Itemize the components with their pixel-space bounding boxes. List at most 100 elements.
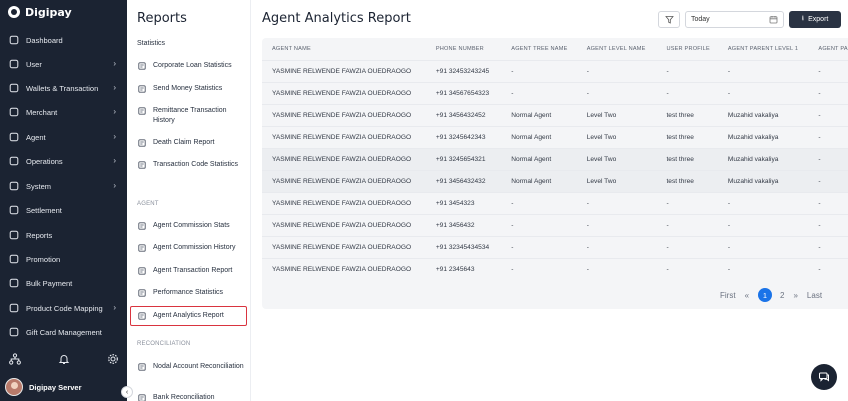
current-user[interactable]: Digipay Server [5,378,82,396]
column-header[interactable]: AGENT LEVEL NAME [577,38,657,60]
report-link-death-claim-report[interactable]: Death Claim Report [137,138,249,148]
report-link-bank-reconciliation[interactable]: Bank Reconciliation [137,393,249,401]
table-row[interactable]: YASMINE RELWENDE FAWZIA OUEDRAOGO +91 345… [262,191,848,214]
table-cell: YASMINE RELWENDE FAWZIA OUEDRAOGO [262,125,426,148]
table-cell: - [501,235,577,258]
sidebar-item-reports[interactable]: Reports [0,227,127,243]
sidebar-item-operations[interactable]: Operations › [0,153,127,169]
table-row[interactable]: YASMINE RELWENDE FAWZIA OUEDRAOGO +91 324… [262,125,848,148]
filter-button[interactable] [658,11,680,28]
report-link-label: Agent Commission Stats [153,222,230,229]
sidebar-item-merchant[interactable]: Merchant › [0,104,127,120]
digipay-logo-icon [8,6,20,18]
chevron-right-icon: › [113,83,116,92]
report-link-remittance-transaction-history[interactable]: Remittance Transaction History [137,106,249,126]
page-last-link[interactable]: Last [807,291,822,300]
date-filter-value: Today [691,16,710,23]
column-header[interactable]: USER PROFILE [656,38,717,60]
column-header[interactable]: AGENT TREE NAME [501,38,576,60]
report-link-statistics[interactable]: Statistics [137,39,249,49]
chevron-left-icon: ‹ [125,388,129,396]
table-cell: Normal Agent [501,147,577,170]
user-name: Digipay Server [29,382,82,392]
sidebar-item-agent[interactable]: Agent › [0,129,127,145]
chat-support-button[interactable] [811,364,837,390]
page-prev-icon[interactable]: « [745,291,749,300]
table-cell: YASMINE RELWENDE FAWZIA OUEDRAOGO [262,191,426,214]
table-cell: +91 32453243245 [425,59,502,82]
column-header[interactable]: AGENT NAME [262,38,426,60]
table-cell: YASMINE RELWENDE FAWZIA OUEDRAOGO [262,59,426,82]
gift-card-icon [9,327,19,337]
table-row[interactable]: YASMINE RELWENDE FAWZIA OUEDRAOGO +91 234… [262,257,848,280]
remittance-icon [137,106,147,116]
table-cell: - [808,169,848,192]
column-header[interactable]: PHONE NUMBER [426,38,501,60]
table-row[interactable]: YASMINE RELWENDE FAWZIA OUEDRAOGO +91 324… [262,59,848,82]
table-cell: +91 3245654321 [425,147,502,170]
table-row[interactable]: YASMINE RELWENDE FAWZIA OUEDRAOGO +91 345… [262,81,848,104]
report-link-transaction-code-statistics[interactable]: Transaction Code Statistics [137,160,249,170]
sidebar-item-promotion[interactable]: Promotion [0,251,127,267]
reports-panel-title: Reports [137,11,187,26]
report-link-send-money-statistics[interactable]: Send Money Statistics [137,84,249,94]
settings-gear-icon[interactable] [107,352,119,364]
table-cell: - [717,59,809,82]
column-header[interactable]: AGENT PARENT LEVEL 1 [718,38,809,60]
table-row[interactable]: YASMINE RELWENDE FAWZIA OUEDRAOGO +91 345… [262,103,848,126]
section-header-reconciliation: RECONCILIATION [137,341,191,347]
hierarchy-icon[interactable] [9,352,21,365]
report-link-agent-transaction-report[interactable]: Agent Transaction Report [137,266,249,276]
report-link-nodal-account-reconciliation[interactable]: Nodal Account Reconciliation [137,362,249,372]
table-cell: Normal Agent [501,103,577,126]
table-cell: - [717,191,809,214]
page-first-link[interactable]: First [720,291,736,300]
page-next-icon[interactable]: » [793,291,797,300]
table-row[interactable]: YASMINE RELWENDE FAWZIA OUEDRAOGO +91 324… [262,147,848,170]
calendar-icon[interactable] [769,15,778,26]
sidebar-item-dashboard[interactable]: Dashboard [0,32,127,48]
bulk-payment-icon [9,278,19,288]
bell-icon[interactable] [58,352,70,364]
table-cell: - [656,235,718,258]
table-cell: YASMINE RELWENDE FAWZIA OUEDRAOGO [262,235,426,258]
page-2-button[interactable]: 2 [780,291,784,300]
table-cell: - [808,59,848,82]
collapse-sidebar-button[interactable]: ‹ [121,386,133,398]
sidebar-item-bulk-payment[interactable]: Bulk Payment [0,275,127,291]
table-cell: - [717,235,809,258]
table-cell: test three [656,169,718,192]
sidebar-item-system[interactable]: System › [0,178,127,194]
sidebar-item-label: Dashboard [26,35,63,45]
table-cell: +91 3454323 [425,191,502,214]
main-sidebar: Digipay Dashboard User › Wallets & Transact… [0,0,127,401]
table-cell: - [656,81,718,104]
table-cell: - [808,147,848,170]
brand[interactable]: Digipay [0,0,127,24]
sidebar-item-product-code-mapping[interactable]: Product Code Mapping › [0,300,127,316]
report-link-agent-commission-history[interactable]: Agent Commission History [137,243,249,253]
table-cell: Muzahid vakaliya [717,103,809,126]
table-cell: - [808,235,848,258]
table-cell: YASMINE RELWENDE FAWZIA OUEDRAOGO [262,169,426,192]
date-filter-input[interactable]: Today [685,11,784,28]
sidebar-item-settlement[interactable]: Settlement [0,202,127,218]
report-link-label: Transaction Code Statistics [153,161,238,168]
column-header[interactable]: AGENT PARENT LEV [808,38,848,60]
report-link-label: Agent Commission History [153,244,236,251]
table-cell: Normal Agent [501,125,577,148]
page-1-button[interactable]: 1 [758,288,773,302]
report-link-corporate-loan-statistics[interactable]: Corporate Loan Statistics [137,61,249,71]
sidebar-item-gift-card-management[interactable]: Gift Card Management [0,324,127,340]
sidebar-item-user[interactable]: User › [0,56,127,72]
table-cell: Muzahid vakaliya [717,169,809,192]
table-row[interactable]: YASMINE RELWENDE FAWZIA OUEDRAOGO +91 345… [262,169,848,192]
table-row[interactable]: YASMINE RELWENDE FAWZIA OUEDRAOGO +91 323… [262,235,848,258]
report-link-agent-commission-stats[interactable]: Agent Commission Stats [137,221,249,231]
sidebar-item-wallets-transaction[interactable]: Wallets & Transaction › [0,80,127,96]
report-link-performance-statistics[interactable]: Performance Statistics [137,288,249,298]
chevron-right-icon: › [113,181,116,190]
export-button[interactable]: ⭳ Export [789,11,841,28]
table-row[interactable]: YASMINE RELWENDE FAWZIA OUEDRAOGO +91 345… [262,213,848,236]
report-link-agent-analytics-report[interactable]: Agent Analytics Report [130,306,247,326]
